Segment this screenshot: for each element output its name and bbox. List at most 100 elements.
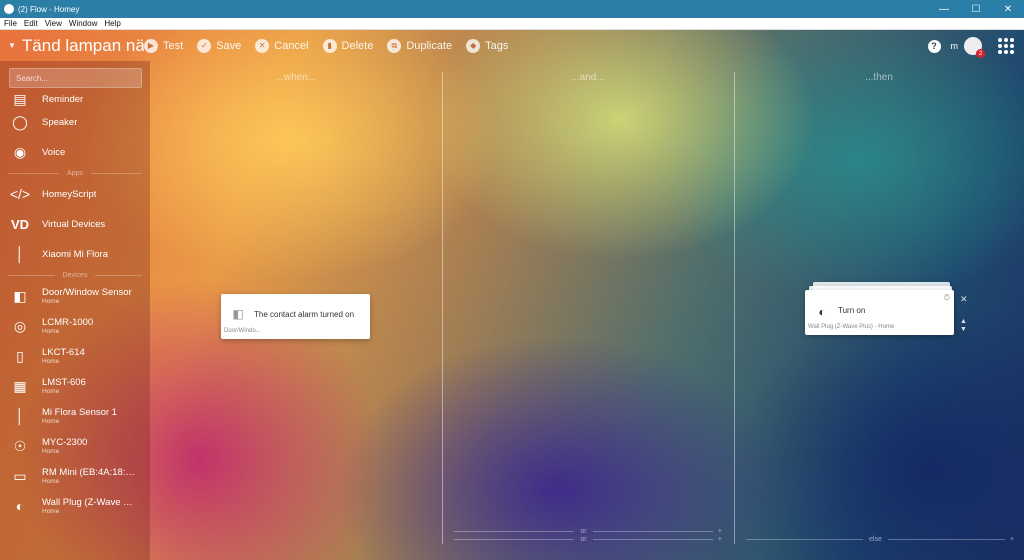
sidebar-item-wall-plug[interactable]: ◐ Wall Plug (Z-Wave Pl... Home (0, 491, 150, 521)
sidebar-item-door-window-sensor[interactable]: ◧ Door/Window Sensor Home (0, 281, 150, 311)
help-icon[interactable]: ? (927, 39, 941, 53)
code-icon: </> (9, 186, 31, 202)
sidebar-item-lcmr-1000[interactable]: ◎ LCMR-1000 Home (0, 311, 150, 341)
or-row[interactable]: or + (454, 535, 722, 543)
sidebar-item-homeyscript[interactable]: </> HomeyScript (0, 179, 150, 209)
test-button[interactable]: ▶ Test (144, 38, 184, 53)
device-zone: Home (42, 448, 60, 455)
or-row[interactable]: or + (454, 527, 722, 535)
add-icon[interactable]: + (1010, 536, 1014, 543)
device-name: LKCT-614 (42, 347, 85, 358)
caret-down-icon[interactable]: ▼ (8, 41, 16, 50)
devices-heading: Devices (0, 269, 150, 281)
timer-icon[interactable]: ⏱ (944, 293, 950, 303)
sidebar-item-lmst-606[interactable]: ▦ LMST-606 Home (0, 371, 150, 401)
close-window-icon[interactable]: ✕ (992, 4, 1024, 15)
remote-icon: ▯ (16, 347, 24, 364)
trash-icon: ▮ (322, 38, 337, 53)
tag-icon: ◆ (466, 38, 481, 53)
homey-app-icon (4, 4, 14, 14)
check-icon: ✓ (197, 38, 212, 53)
sidebar-item-lkct-614[interactable]: ▯ LKCT-614 Home (0, 341, 150, 371)
apps-grid-icon[interactable] (998, 38, 1014, 54)
dimmer-icon: ◎ (13, 317, 27, 334)
sidebar-item-label: HomeyScript (42, 188, 97, 200)
flow-name-text[interactable]: Tänd lampan nä (22, 36, 144, 56)
device-name: Wall Plug (Z-Wave Pl... (42, 497, 138, 508)
sensor-icon: │ (15, 246, 25, 262)
sidebar-item-voice[interactable]: ◉ Voice (0, 137, 150, 167)
else-label: else (869, 535, 882, 543)
duplicate-icon: ⧉ (387, 38, 402, 53)
user-initial: m (950, 41, 959, 51)
door-sensor-icon: ◧ (232, 307, 244, 321)
move-down-icon[interactable]: ▼ (960, 326, 967, 333)
sidebar-list[interactable]: ▤ Reminder ◯ Speaker ◉ Voice Apps </> Ho… (0, 91, 150, 521)
sidebar-item-xiaomi-mi-flora[interactable]: │ Xiaomi Mi Flora (0, 239, 150, 269)
cancel-label: Cancel (274, 39, 309, 52)
move-up-icon[interactable]: ▲ (960, 318, 967, 325)
magnet-sensor-icon: ▦ (13, 377, 27, 394)
or-label: or (580, 535, 587, 543)
else-row[interactable]: else + (746, 535, 1014, 543)
duplicate-button[interactable]: ⧉ Duplicate (387, 38, 452, 53)
device-zone: Home (42, 298, 60, 305)
menu-view[interactable]: View (45, 19, 62, 28)
sidebar-item-virtual-devices[interactable]: VD Virtual Devices (0, 209, 150, 239)
device-zone: Home (42, 388, 60, 395)
voice-icon: ◉ (13, 143, 27, 160)
sidebar-item-label: Speaker (42, 116, 78, 128)
then-card-title: Turn on (838, 306, 866, 315)
device-name: LCMR-1000 (42, 317, 94, 328)
avatar[interactable]: 2 (964, 37, 985, 58)
plug-icon: ◐ (15, 498, 25, 514)
when-column-heading: ...when... (275, 72, 317, 83)
then-column-heading: ...then (865, 72, 893, 83)
flow-name[interactable]: ▼ Tänd lampan nä (0, 36, 144, 56)
sidebar: ▤ Reminder ◯ Speaker ◉ Voice Apps </> Ho… (0, 61, 150, 560)
add-icon[interactable]: + (718, 536, 722, 543)
apps-heading: Apps (0, 167, 150, 179)
sidebar-item-reminder[interactable]: ▤ Reminder (0, 91, 150, 107)
device-name: LMST-606 (42, 377, 86, 388)
when-card-device: Door/Windo... (224, 328, 261, 334)
menu-edit[interactable]: Edit (24, 19, 38, 28)
sidebar-item-speaker[interactable]: ◯ Speaker (0, 107, 150, 137)
device-name: Mi Flora Sensor 1 (42, 407, 117, 418)
x-icon: ✕ (255, 38, 270, 53)
column-divider (734, 72, 735, 544)
vd-icon: VD (10, 216, 30, 232)
close-card-icon[interactable]: ✕ (960, 294, 968, 305)
device-zone: Home (42, 478, 60, 485)
maximize-icon[interactable]: ☐ (960, 4, 992, 15)
minimize-icon[interactable]: — (928, 4, 960, 15)
device-zone: Home (42, 508, 60, 515)
door-sensor-icon: ◧ (13, 287, 27, 304)
flow-toolbar: ▼ Tänd lampan nä ▶ Test ✓ Save ✕ Cancel … (0, 30, 1024, 61)
menu-help[interactable]: Help (104, 19, 120, 28)
add-icon[interactable]: + (718, 528, 722, 535)
sidebar-item-rm-mini[interactable]: ▭ RM Mini (EB:4A:18:7... Home (0, 461, 150, 491)
device-name: RM Mini (EB:4A:18:7... (42, 467, 138, 478)
flow-editor: ▼ Tänd lampan nä ▶ Test ✓ Save ✕ Cancel … (0, 30, 1024, 560)
when-card[interactable]: ◧ The contact alarm turned on Door/Windo… (221, 294, 370, 339)
or-label: or (580, 527, 587, 535)
save-button[interactable]: ✓ Save (197, 38, 241, 53)
menu-file[interactable]: File (4, 19, 17, 28)
test-label: Test (163, 39, 184, 52)
window-titlebar: (2) Flow - Homey — ☐ ✕ (0, 0, 1024, 18)
tags-button[interactable]: ◆ Tags (466, 38, 508, 53)
search-input[interactable] (9, 68, 142, 88)
menu-window[interactable]: Window (69, 19, 97, 28)
plug-icon: ◐ (818, 305, 826, 319)
delete-label: Delete (341, 39, 374, 52)
delete-button[interactable]: ▮ Delete (322, 38, 374, 53)
then-card[interactable]: ◐ Turn on Wall Plug (Z-Wave Plus) - Home… (805, 290, 954, 335)
sidebar-item-myc-2300[interactable]: ☉ MYC-2300 Home (0, 431, 150, 461)
toolbar-right: ? m 2 (927, 37, 1014, 58)
cancel-button[interactable]: ✕ Cancel (255, 38, 309, 53)
menu-bar: File Edit View Window Help (0, 18, 1024, 30)
sidebar-item-mi-flora-sensor-1[interactable]: │ Mi Flora Sensor 1 Home (0, 401, 150, 431)
device-zone: Home (42, 328, 60, 335)
reminder-icon: ▤ (13, 90, 27, 107)
